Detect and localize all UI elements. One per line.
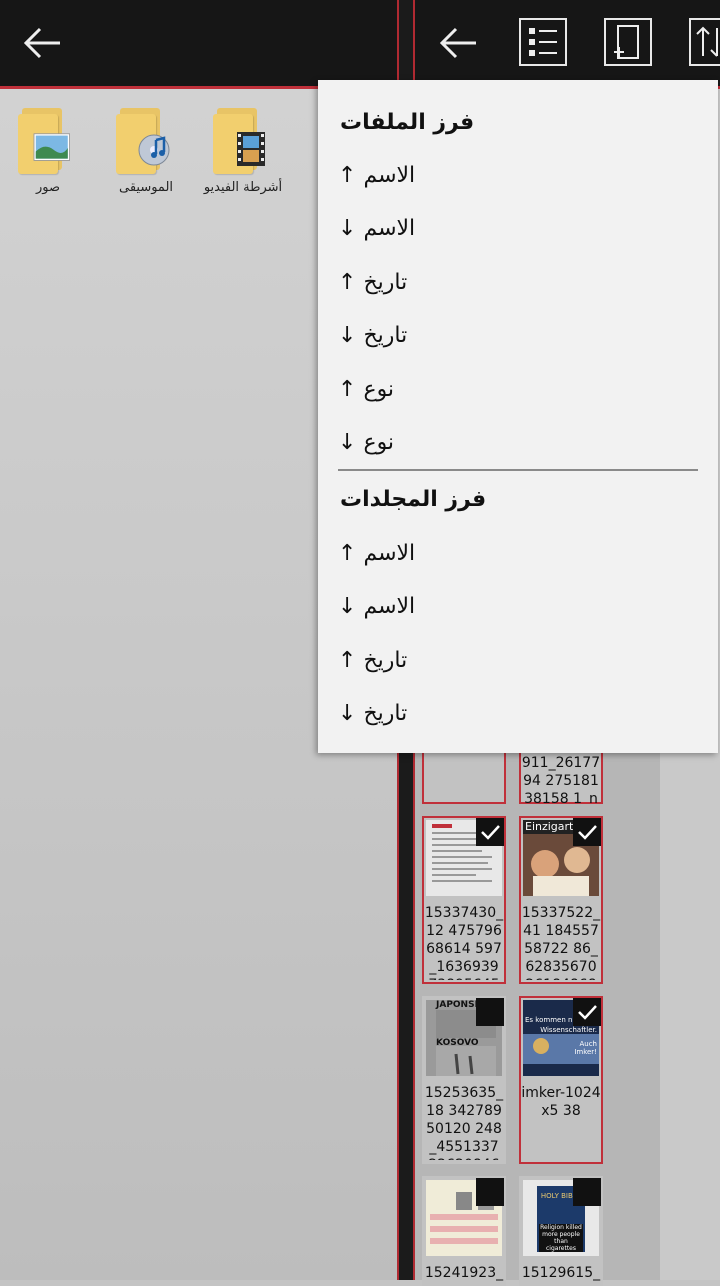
sort-folders-name-desc[interactable]: ↓ الاسم bbox=[338, 585, 698, 629]
arrow-up-icon: ↑ bbox=[338, 377, 357, 402]
arrow-up-icon: ↑ bbox=[338, 648, 357, 673]
folder-videos[interactable]: أشرطة الفيديو bbox=[200, 104, 286, 195]
menu-item-label: نوع bbox=[363, 430, 395, 455]
selected-check-icon[interactable] bbox=[573, 818, 601, 846]
folder-label: أشرطة الفيديو bbox=[203, 180, 283, 195]
thumbnail-item[interactable]: Einzigartige Aufn 15337522_41 1845575872… bbox=[519, 816, 603, 984]
folder-label: صور bbox=[35, 180, 61, 195]
back-arrow-icon[interactable] bbox=[20, 24, 64, 62]
menu-item-label: تاريخ bbox=[363, 648, 408, 673]
sort-files-name-asc[interactable]: ↑ الاسم bbox=[338, 154, 698, 198]
sort-folders-name-asc[interactable]: ↑ الاسم bbox=[338, 532, 698, 576]
selected-check-icon[interactable] bbox=[573, 998, 601, 1026]
menu-item-label: الاسم bbox=[363, 216, 416, 241]
arrow-down-icon: ↓ bbox=[338, 430, 357, 455]
thumbnail-item[interactable]: JAPONSKO KOSOVO 15253635_18 34278950120 … bbox=[422, 996, 506, 1164]
sort-folders-date-asc[interactable]: ↑ تاريخ bbox=[338, 639, 698, 683]
new-item-button[interactable] bbox=[604, 18, 652, 66]
thumbnail-label: 15241923_53 bbox=[424, 1265, 504, 1284]
menu-item-label: الاسم bbox=[363, 594, 416, 619]
sort-files-name-desc[interactable]: ↓ الاسم bbox=[338, 207, 698, 251]
arrow-down-icon: ↓ bbox=[338, 701, 357, 726]
select-checkbox[interactable] bbox=[573, 1178, 601, 1206]
back-arrow-icon[interactable] bbox=[436, 24, 480, 62]
arrow-up-icon: ↑ bbox=[338, 163, 357, 188]
thumbnail-caption: Wissenschaftler. bbox=[540, 1026, 597, 1034]
folder-music[interactable]: الموسيقى bbox=[103, 104, 189, 195]
menu-item-label: تاريخ bbox=[363, 323, 408, 348]
menu-item-label: تاريخ bbox=[363, 270, 408, 295]
thumbnail-caption: Auch Imker! bbox=[574, 1040, 597, 1056]
menu-item-label: نوع bbox=[363, 377, 395, 402]
sort-menu: فرز الملفات ↑ الاسم ↓ الاسم ↑ تاريخ ↓ تا… bbox=[318, 80, 718, 753]
sort-folders-date-desc[interactable]: ↓ تاريخ bbox=[338, 692, 698, 736]
list-icon bbox=[529, 28, 557, 56]
list-view-button[interactable] bbox=[519, 18, 567, 66]
arrow-down-icon: ↓ bbox=[338, 216, 357, 241]
sort-files-type-asc[interactable]: ↑ نوع bbox=[338, 368, 698, 412]
selected-check-icon[interactable] bbox=[476, 818, 504, 846]
sort-button[interactable] bbox=[689, 18, 720, 66]
menu-item-label: الاسم bbox=[363, 163, 416, 188]
new-file-icon bbox=[614, 25, 639, 59]
thumbnail-item[interactable]: Es kommen nicht nur Wissenschaftler. Auc… bbox=[519, 996, 603, 1164]
menu-item-label: تاريخ bbox=[363, 701, 408, 726]
sort-files-header: فرز الملفات bbox=[340, 110, 475, 135]
thumbnail-label: imker-1024x5 38 bbox=[521, 1085, 601, 1119]
thumbnail-label: 15129615_10 bbox=[521, 1265, 601, 1284]
pictures-folder-icon bbox=[16, 104, 80, 174]
arrow-down-icon: ↓ bbox=[338, 323, 357, 348]
select-checkbox[interactable] bbox=[476, 1178, 504, 1206]
folder-label: الموسيقى bbox=[118, 180, 174, 195]
arrow-up-icon: ↑ bbox=[338, 541, 357, 566]
thumbnail-caption: KOSOVO bbox=[436, 1038, 479, 1048]
sort-icon bbox=[696, 26, 718, 57]
thumbnail-item[interactable]: 15337430_12 47579668614 597_1636939 7389… bbox=[422, 816, 506, 984]
thumbnail-label: 911_2617794 27518138158 1_n bbox=[521, 755, 601, 804]
thumbnail-caption: Religion killed more people than cigaret… bbox=[539, 1224, 583, 1252]
music-folder-icon bbox=[114, 104, 178, 174]
folder-pictures[interactable]: صور bbox=[5, 104, 91, 195]
menu-item-label: الاسم bbox=[363, 541, 416, 566]
video-folder-icon bbox=[211, 104, 275, 174]
thumbnail-label: 15337522_41 18455758722 86_62835670 2618… bbox=[521, 905, 601, 980]
arrow-up-icon: ↑ bbox=[338, 270, 357, 295]
sort-files-date-desc[interactable]: ↓ تاريخ bbox=[338, 314, 698, 358]
select-checkbox[interactable] bbox=[476, 998, 504, 1026]
thumbnail-label: 15337430_12 47579668614 597_1636939 7389… bbox=[424, 905, 504, 980]
arrow-down-icon: ↓ bbox=[338, 594, 357, 619]
sort-files-type-desc[interactable]: ↓ نوع bbox=[338, 421, 698, 465]
thumbnail-item[interactable]: HOLY BIBLE Religion killed more people t… bbox=[519, 1176, 603, 1286]
thumbnail-item[interactable]: 911_2617794 27518138158 1_n bbox=[519, 748, 603, 804]
sort-folders-header: فرز المجلدات bbox=[340, 487, 487, 512]
sort-files-date-asc[interactable]: ↑ تاريخ bbox=[338, 261, 698, 305]
thumbnail-item[interactable]: 15241923_53 bbox=[422, 1176, 506, 1286]
thumbnail-item[interactable] bbox=[422, 748, 506, 804]
thumbnail-label: 15253635_18 34278950120 248_4551337 2262… bbox=[424, 1085, 504, 1160]
menu-divider bbox=[338, 469, 698, 471]
